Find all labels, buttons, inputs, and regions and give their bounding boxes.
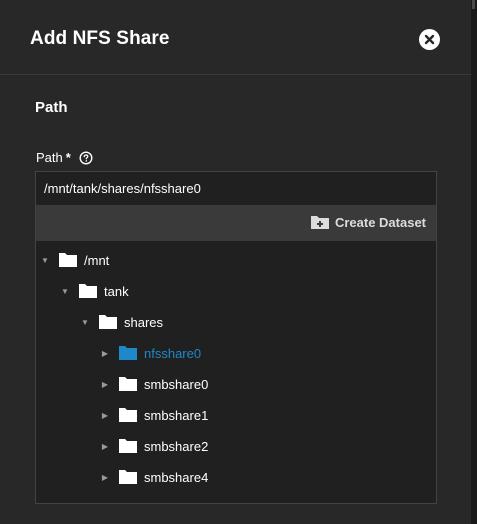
tree-item-shares[interactable]: ▼ shares [80,311,163,333]
folder-icon [99,315,117,329]
collapsed-caret-icon[interactable]: ▶ [100,380,110,389]
section-title-path: Path [35,99,68,116]
tree-item-mnt[interactable]: ▼ /mnt [40,249,109,271]
folder-icon [119,470,137,484]
file-explorer: Create Dataset ▼ /mnt ▼ tank ▼ shares ▶ … [35,171,437,504]
folder-icon [119,346,137,360]
collapsed-caret-icon[interactable]: ▶ [100,473,110,482]
folder-icon [119,439,137,453]
folder-icon [119,377,137,391]
tree-item-smbshare4[interactable]: ▶ smbshare4 [100,466,208,488]
path-input[interactable] [36,172,436,205]
tree-item-label: shares [124,314,164,330]
dialog-header: Add NFS Share [0,0,471,75]
explorer-toolbar: Create Dataset [36,205,436,241]
tree-item-smbshare1[interactable]: ▶ smbshare1 [100,404,208,426]
collapsed-caret-icon[interactable]: ▶ [100,411,110,420]
collapsed-caret-icon[interactable]: ▶ [100,442,110,451]
folder-plus-icon [310,216,329,229]
collapsed-caret-icon[interactable]: ▶ [100,349,110,358]
folder-icon [119,408,137,422]
path-field-label: Path * [36,150,93,165]
add-nfs-share-dialog: Add NFS Share Path Path * /mnt/tank/shar… [0,0,471,524]
create-dataset-label: Create Dataset [334,214,426,230]
tree-item-label: tank [104,283,129,299]
expanded-caret-icon[interactable]: ▼ [40,256,50,265]
tree-item-label: nfsshare0 [144,345,202,361]
scrollbar-thumb[interactable] [472,0,475,9]
path-label-text: Path [36,150,63,165]
help-circle-icon[interactable] [79,150,93,165]
tree-item-tank[interactable]: ▼ tank [60,280,129,302]
tree-item-smbshare0[interactable]: ▶ smbshare0 [100,373,208,395]
tree-item-label: smbshare2 [144,438,209,454]
tree-item-label: /mnt [84,252,110,268]
tree-item-label: smbshare1 [144,407,209,423]
tree-item-label: smbshare0 [144,376,209,392]
tree-item-label: smbshare4 [144,469,209,485]
create-dataset-button[interactable]: Create Dataset [310,214,426,230]
tree-item-smbshare2[interactable]: ▶ smbshare2 [100,435,208,457]
expanded-caret-icon[interactable]: ▼ [60,287,70,296]
close-button[interactable] [419,29,440,50]
close-icon [424,34,435,45]
folder-icon [79,284,97,298]
required-marker: * [65,150,71,165]
dialog-title: Add NFS Share [30,28,170,49]
tree-item-nfsshare0[interactable]: ▶ nfsshare0 [100,342,201,364]
folder-icon [59,253,77,267]
expanded-caret-icon[interactable]: ▼ [80,318,90,327]
scrollbar[interactable] [471,0,477,524]
